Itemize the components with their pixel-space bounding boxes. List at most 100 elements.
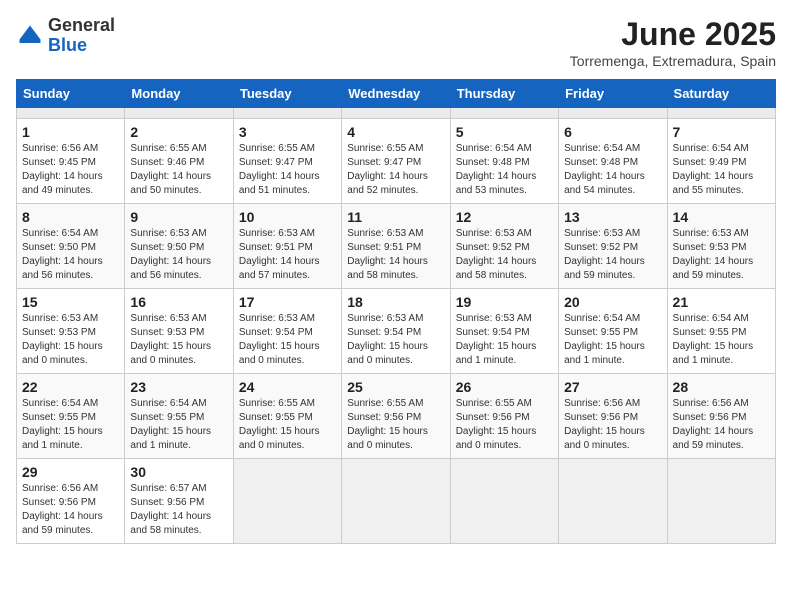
calendar-cell: 3 Sunrise: 6:55 AMSunset: 9:47 PMDaylight… <box>233 119 341 204</box>
header-saturday: Saturday <box>667 80 775 108</box>
day-number: 8 <box>22 209 119 225</box>
calendar-cell <box>17 108 125 119</box>
calendar-cell: 9 Sunrise: 6:53 AMSunset: 9:50 PMDaylight… <box>125 204 233 289</box>
calendar-week-3: 15Sunrise: 6:53 AMSunset: 9:53 PMDayligh… <box>17 289 776 374</box>
calendar-cell: 23Sunrise: 6:54 AMSunset: 9:55 PMDayligh… <box>125 374 233 459</box>
calendar-cell: 8 Sunrise: 6:54 AMSunset: 9:50 PMDaylight… <box>17 204 125 289</box>
calendar-cell: 29 Sunrise: 6:56 AMSunset: 9:56 PMDayligh… <box>17 459 125 544</box>
calendar-cell: 25 Sunrise: 6:55 AMSunset: 9:56 PMDayligh… <box>342 374 450 459</box>
calendar-cell <box>559 108 667 119</box>
calendar-cell <box>450 459 558 544</box>
day-number: 11 <box>347 209 444 225</box>
calendar-cell: 1 Sunrise: 6:56 AMSunset: 9:45 PMDaylight… <box>17 119 125 204</box>
calendar-cell: 4Sunrise: 6:55 AMSunset: 9:47 PMDaylight… <box>342 119 450 204</box>
calendar-cell: 10Sunrise: 6:53 AMSunset: 9:51 PMDayligh… <box>233 204 341 289</box>
day-info: Sunrise: 6:54 AMSunset: 9:48 PMDaylight:… <box>456 142 553 198</box>
calendar-cell: 20 Sunrise: 6:54 AMSunset: 9:55 PMDayligh… <box>559 289 667 374</box>
header-sunday: Sunday <box>17 80 125 108</box>
calendar-week-1: 1 Sunrise: 6:56 AMSunset: 9:45 PMDaylight… <box>17 119 776 204</box>
day-number: 24 <box>239 379 336 395</box>
day-info: Sunrise: 6:53 AMSunset: 9:54 PMDaylight:… <box>347 312 444 368</box>
day-number: 5 <box>456 124 553 140</box>
day-number: 20 <box>564 294 661 310</box>
header-friday: Friday <box>559 80 667 108</box>
day-number: 30 <box>130 464 227 480</box>
day-number: 16 <box>130 294 227 310</box>
logo-general-text: General <box>48 15 115 35</box>
calendar-cell: 22Sunrise: 6:54 AMSunset: 9:55 PMDayligh… <box>17 374 125 459</box>
header: General Blue June 2025 Torremenga, Extre… <box>16 16 776 69</box>
day-number: 23 <box>130 379 227 395</box>
calendar-week-4: 22Sunrise: 6:54 AMSunset: 9:55 PMDayligh… <box>17 374 776 459</box>
calendar-cell: 7Sunrise: 6:54 AMSunset: 9:49 PMDaylight… <box>667 119 775 204</box>
day-number: 1 <box>22 124 119 140</box>
calendar-cell <box>559 459 667 544</box>
calendar-cell <box>342 459 450 544</box>
day-number: 27 <box>564 379 661 395</box>
day-info: Sunrise: 6:53 AMSunset: 9:51 PMDaylight:… <box>347 227 444 283</box>
calendar-cell <box>233 108 341 119</box>
day-number: 3 <box>239 124 336 140</box>
calendar-cell <box>667 108 775 119</box>
day-info: Sunrise: 6:54 AMSunset: 9:48 PMDaylight:… <box>564 142 661 198</box>
header-wednesday: Wednesday <box>342 80 450 108</box>
day-number: 25 <box>347 379 444 395</box>
day-info: Sunrise: 6:57 AMSunset: 9:56 PMDaylight:… <box>130 482 227 538</box>
day-info: Sunrise: 6:53 AMSunset: 9:52 PMDaylight:… <box>456 227 553 283</box>
header-thursday: Thursday <box>450 80 558 108</box>
month-year: June 2025 <box>570 16 776 53</box>
calendar-cell: 2 Sunrise: 6:55 AMSunset: 9:46 PMDaylight… <box>125 119 233 204</box>
day-info: Sunrise: 6:54 AMSunset: 9:55 PMDaylight:… <box>564 312 661 368</box>
calendar-week-2: 8 Sunrise: 6:54 AMSunset: 9:50 PMDaylight… <box>17 204 776 289</box>
day-info: Sunrise: 6:56 AMSunset: 9:45 PMDaylight:… <box>22 142 119 198</box>
day-info: Sunrise: 6:54 AMSunset: 9:49 PMDaylight:… <box>673 142 770 198</box>
calendar-cell: 26Sunrise: 6:55 AMSunset: 9:56 PMDayligh… <box>450 374 558 459</box>
day-number: 19 <box>456 294 553 310</box>
day-info: Sunrise: 6:55 AMSunset: 9:47 PMDaylight:… <box>239 142 336 198</box>
day-info: Sunrise: 6:53 AMSunset: 9:53 PMDaylight:… <box>130 312 227 368</box>
calendar-cell: 27Sunrise: 6:56 AMSunset: 9:56 PMDayligh… <box>559 374 667 459</box>
calendar-cell: 17 Sunrise: 6:53 AMSunset: 9:54 PMDayligh… <box>233 289 341 374</box>
day-info: Sunrise: 6:55 AMSunset: 9:47 PMDaylight:… <box>347 142 444 198</box>
calendar-cell: 12 Sunrise: 6:53 AMSunset: 9:52 PMDayligh… <box>450 204 558 289</box>
day-number: 12 <box>456 209 553 225</box>
calendar-cell: 5 Sunrise: 6:54 AMSunset: 9:48 PMDaylight… <box>450 119 558 204</box>
calendar-cell <box>233 459 341 544</box>
day-info: Sunrise: 6:53 AMSunset: 9:50 PMDaylight:… <box>130 227 227 283</box>
day-number: 22 <box>22 379 119 395</box>
day-info: Sunrise: 6:54 AMSunset: 9:50 PMDaylight:… <box>22 227 119 283</box>
day-info: Sunrise: 6:56 AMSunset: 9:56 PMDaylight:… <box>22 482 119 538</box>
day-number: 2 <box>130 124 227 140</box>
day-number: 9 <box>130 209 227 225</box>
day-info: Sunrise: 6:53 AMSunset: 9:54 PMDaylight:… <box>456 312 553 368</box>
location: Torremenga, Extremadura, Spain <box>570 53 776 69</box>
day-info: Sunrise: 6:55 AMSunset: 9:46 PMDaylight:… <box>130 142 227 198</box>
calendar-cell: 28 Sunrise: 6:56 AMSunset: 9:56 PMDayligh… <box>667 374 775 459</box>
title-area: June 2025 Torremenga, Extremadura, Spain <box>570 16 776 69</box>
day-info: Sunrise: 6:53 AMSunset: 9:54 PMDaylight:… <box>239 312 336 368</box>
calendar-week-0 <box>17 108 776 119</box>
calendar-cell <box>450 108 558 119</box>
calendar-cell: 30 Sunrise: 6:57 AMSunset: 9:56 PMDayligh… <box>125 459 233 544</box>
calendar-cell: 11 Sunrise: 6:53 AMSunset: 9:51 PMDayligh… <box>342 204 450 289</box>
logo-icon <box>16 22 44 50</box>
day-number: 28 <box>673 379 770 395</box>
day-number: 29 <box>22 464 119 480</box>
day-info: Sunrise: 6:56 AMSunset: 9:56 PMDaylight:… <box>673 397 770 453</box>
calendar-cell: 16 Sunrise: 6:53 AMSunset: 9:53 PMDayligh… <box>125 289 233 374</box>
day-info: Sunrise: 6:55 AMSunset: 9:56 PMDaylight:… <box>347 397 444 453</box>
day-number: 13 <box>564 209 661 225</box>
calendar-header-row: SundayMondayTuesdayWednesdayThursdayFrid… <box>17 80 776 108</box>
calendar-cell: 18Sunrise: 6:53 AMSunset: 9:54 PMDayligh… <box>342 289 450 374</box>
calendar-cell: 13 Sunrise: 6:53 AMSunset: 9:52 PMDayligh… <box>559 204 667 289</box>
day-info: Sunrise: 6:55 AMSunset: 9:56 PMDaylight:… <box>456 397 553 453</box>
day-number: 14 <box>673 209 770 225</box>
day-info: Sunrise: 6:55 AMSunset: 9:55 PMDaylight:… <box>239 397 336 453</box>
day-info: Sunrise: 6:53 AMSunset: 9:52 PMDaylight:… <box>564 227 661 283</box>
header-tuesday: Tuesday <box>233 80 341 108</box>
calendar-cell: 6Sunrise: 6:54 AMSunset: 9:48 PMDaylight… <box>559 119 667 204</box>
calendar-table: SundayMondayTuesdayWednesdayThursdayFrid… <box>16 79 776 544</box>
day-number: 17 <box>239 294 336 310</box>
day-info: Sunrise: 6:53 AMSunset: 9:51 PMDaylight:… <box>239 227 336 283</box>
header-monday: Monday <box>125 80 233 108</box>
